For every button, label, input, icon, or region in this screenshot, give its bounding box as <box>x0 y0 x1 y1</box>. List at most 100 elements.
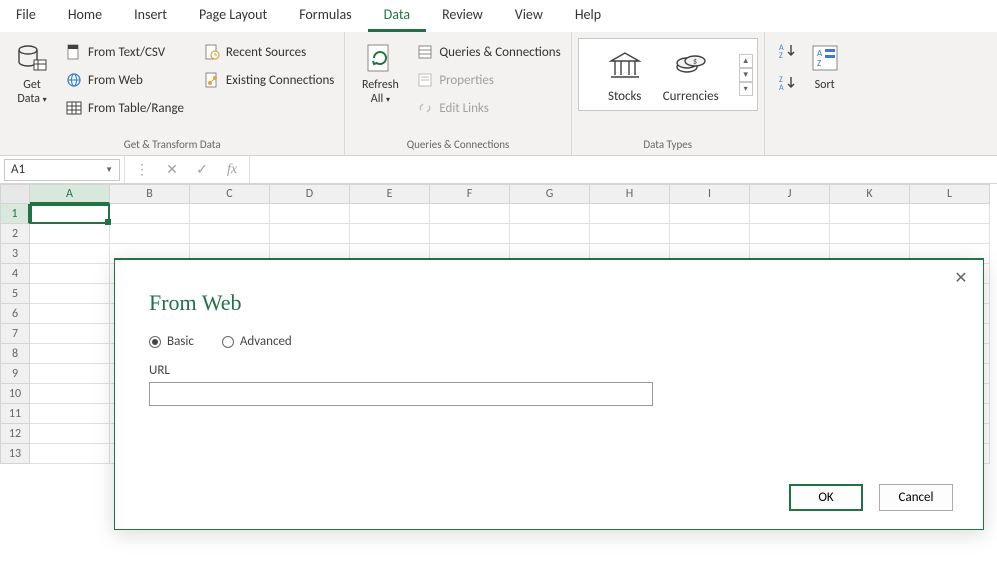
row-header-4[interactable]: 4 <box>0 264 30 284</box>
col-header-J[interactable]: J <box>750 184 830 204</box>
cell-J2[interactable] <box>750 224 830 244</box>
select-all-corner[interactable] <box>0 184 30 204</box>
cell-A1[interactable] <box>30 204 110 224</box>
col-header-F[interactable]: F <box>430 184 510 204</box>
tab-data[interactable]: Data <box>368 0 426 32</box>
cell-E1[interactable] <box>350 204 430 224</box>
cell-A6[interactable] <box>30 304 110 324</box>
cell-G1[interactable] <box>510 204 590 224</box>
row-header-5[interactable]: 5 <box>0 284 30 304</box>
sort-button[interactable]: AZ Sort <box>803 38 847 92</box>
cell-K2[interactable] <box>830 224 910 244</box>
row-header-9[interactable]: 9 <box>0 364 30 384</box>
cell-D1[interactable] <box>270 204 350 224</box>
col-header-A[interactable]: A <box>30 184 110 204</box>
cell-C1[interactable] <box>190 204 270 224</box>
cell-H2[interactable] <box>590 224 670 244</box>
tab-help[interactable]: Help <box>559 0 617 32</box>
ok-button[interactable]: OK <box>789 484 863 511</box>
row-header-2[interactable]: 2 <box>0 224 30 244</box>
dropdown-icon[interactable]: ⋮ <box>129 161 155 178</box>
col-header-I[interactable]: I <box>670 184 750 204</box>
cell-F2[interactable] <box>430 224 510 244</box>
cell-A7[interactable] <box>30 324 110 344</box>
cancel-formula-icon[interactable]: ✕ <box>159 161 185 178</box>
gallery-more-button[interactable]: ▾ <box>739 82 753 96</box>
row-header-8[interactable]: 8 <box>0 344 30 364</box>
col-header-C[interactable]: C <box>190 184 270 204</box>
name-box[interactable]: A1 ▼ <box>4 159 120 181</box>
formula-input[interactable] <box>250 156 997 183</box>
tab-view[interactable]: View <box>499 0 559 32</box>
cell-A8[interactable] <box>30 344 110 364</box>
radio-advanced[interactable]: Advanced <box>222 334 292 349</box>
cell-I2[interactable] <box>670 224 750 244</box>
cell-A13[interactable] <box>30 444 110 464</box>
tab-formulas[interactable]: Formulas <box>283 0 367 32</box>
sort-desc-icon[interactable]: ZA <box>777 74 797 92</box>
cell-K1[interactable] <box>830 204 910 224</box>
cell-L1[interactable] <box>910 204 990 224</box>
cell-A4[interactable] <box>30 264 110 284</box>
cell-J1[interactable] <box>750 204 830 224</box>
row-header-6[interactable]: 6 <box>0 304 30 324</box>
cell-A10[interactable] <box>30 384 110 404</box>
row-header-11[interactable]: 11 <box>0 404 30 424</box>
tab-file[interactable]: File <box>0 0 52 32</box>
cell-B1[interactable] <box>110 204 190 224</box>
tab-insert[interactable]: Insert <box>118 0 183 32</box>
refresh-all-button[interactable]: Refresh All ▾ <box>351 38 409 107</box>
cell-I1[interactable] <box>670 204 750 224</box>
col-header-D[interactable]: D <box>270 184 350 204</box>
cell-A11[interactable] <box>30 404 110 424</box>
fx-icon[interactable]: fx <box>219 162 245 178</box>
cell-C2[interactable] <box>190 224 270 244</box>
row-header-3[interactable]: 3 <box>0 244 30 264</box>
col-header-K[interactable]: K <box>830 184 910 204</box>
close-icon[interactable]: ✕ <box>951 268 971 288</box>
gallery-up-button[interactable]: ▲ <box>739 54 753 68</box>
col-header-E[interactable]: E <box>350 184 430 204</box>
queries-connections-button[interactable]: Queries & Connections <box>413 42 564 62</box>
recent-sources-button[interactable]: Recent Sources <box>200 42 338 62</box>
cell-D2[interactable] <box>270 224 350 244</box>
stocks-button[interactable]: Stocks <box>607 49 643 104</box>
currencies-button[interactable]: $ Currencies <box>663 49 719 104</box>
col-header-H[interactable]: H <box>590 184 670 204</box>
data-types-gallery[interactable]: Stocks $ Currencies ▲ ▼ ▾ <box>578 38 758 111</box>
cell-A9[interactable] <box>30 364 110 384</box>
cell-L2[interactable] <box>910 224 990 244</box>
get-data-button[interactable]: Get Data ▾ <box>6 38 58 107</box>
col-header-L[interactable]: L <box>910 184 990 204</box>
row-header-10[interactable]: 10 <box>0 384 30 404</box>
cell-E2[interactable] <box>350 224 430 244</box>
cell-B2[interactable] <box>110 224 190 244</box>
tab-review[interactable]: Review <box>426 0 499 32</box>
properties-button[interactable]: Properties <box>413 70 564 90</box>
cell-A12[interactable] <box>30 424 110 444</box>
cell-H1[interactable] <box>590 204 670 224</box>
cell-G2[interactable] <box>510 224 590 244</box>
row-header-12[interactable]: 12 <box>0 424 30 444</box>
radio-basic[interactable]: Basic <box>149 334 194 349</box>
col-header-B[interactable]: B <box>110 184 190 204</box>
row-header-13[interactable]: 13 <box>0 444 30 464</box>
cell-F1[interactable] <box>430 204 510 224</box>
from-web-button[interactable]: From Web <box>62 70 188 90</box>
row-header-1[interactable]: 1 <box>0 204 30 224</box>
cell-A2[interactable] <box>30 224 110 244</box>
cancel-button[interactable]: Cancel <box>879 484 953 511</box>
existing-connections-button[interactable]: Existing Connections <box>200 70 338 90</box>
from-text-csv-button[interactable]: From Text/CSV <box>62 42 188 62</box>
enter-formula-icon[interactable]: ✓ <box>189 161 215 178</box>
gallery-down-button[interactable]: ▼ <box>739 68 753 82</box>
col-header-G[interactable]: G <box>510 184 590 204</box>
tab-home[interactable]: Home <box>52 0 118 32</box>
row-header-7[interactable]: 7 <box>0 324 30 344</box>
edit-links-button[interactable]: Edit Links <box>413 98 564 118</box>
cell-A5[interactable] <box>30 284 110 304</box>
sort-asc-icon[interactable]: AZ <box>777 42 797 60</box>
url-input[interactable] <box>149 382 653 406</box>
from-table-range-button[interactable]: From Table/Range <box>62 98 188 118</box>
cell-A3[interactable] <box>30 244 110 264</box>
